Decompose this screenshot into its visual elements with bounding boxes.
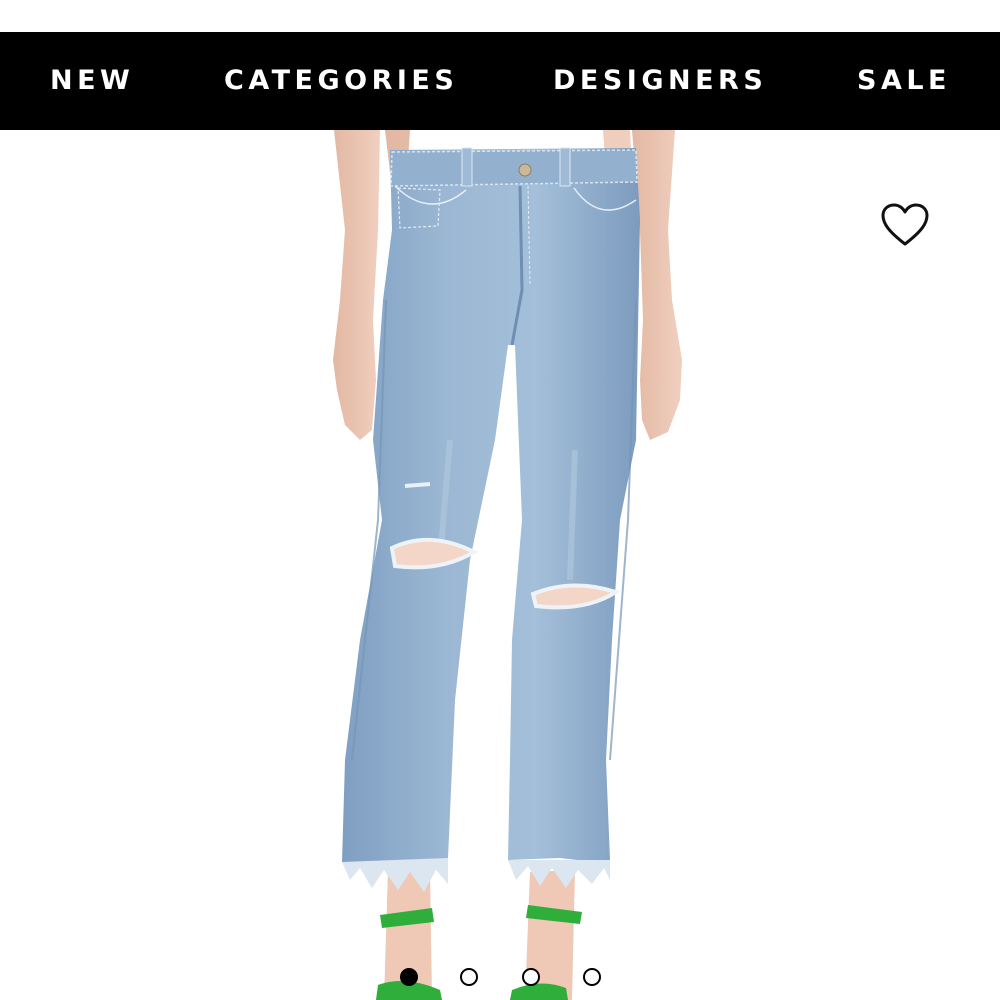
carousel-dot-4[interactable]	[583, 968, 601, 986]
carousel-dot-3[interactable]	[522, 968, 540, 986]
favorite-heart-icon[interactable]	[878, 200, 932, 250]
carousel-dot-1[interactable]	[400, 968, 418, 986]
carousel-dot-2[interactable]	[460, 968, 478, 986]
nav-item-sale[interactable]: SALE	[857, 32, 951, 130]
image-carousel-dots	[396, 968, 616, 992]
top-nav-bar: NEW CATEGORIES DESIGNERS SALE	[0, 32, 1000, 130]
nav-item-designers[interactable]: DESIGNERS	[553, 32, 767, 130]
product-image[interactable]	[0, 130, 1000, 1000]
nav-item-new[interactable]: NEW	[50, 32, 134, 130]
nav-item-categories[interactable]: CATEGORIES	[224, 32, 458, 130]
